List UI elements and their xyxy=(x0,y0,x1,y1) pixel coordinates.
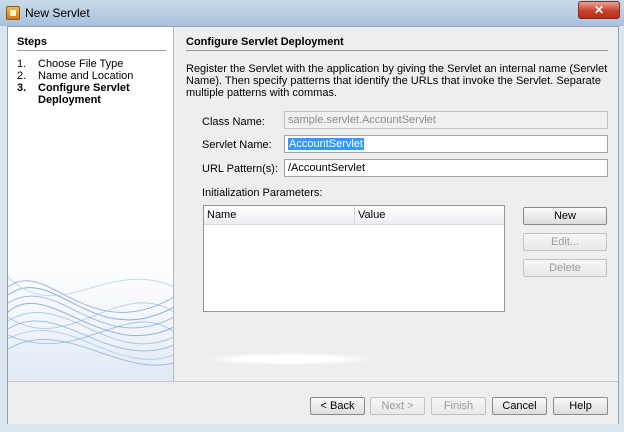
steps-list: 1. Choose File Type 2. Name and Location… xyxy=(17,58,167,106)
configure-panel: Configure Servlet Deployment Register th… xyxy=(174,27,618,381)
url-pattern-label: URL Pattern(s): xyxy=(202,163,279,175)
class-name-field: sample.servlet.AccountServlet xyxy=(284,111,608,129)
servlet-name-label: Servlet Name: xyxy=(202,139,272,151)
cancel-button[interactable]: Cancel xyxy=(492,397,547,415)
delete-button[interactable]: Delete xyxy=(523,259,607,277)
dialog-frame: Steps 1. Choose File Type 2. Name and Lo… xyxy=(7,26,619,424)
step-number: 3. xyxy=(17,82,27,94)
url-pattern-field[interactable]: /AccountServlet xyxy=(284,159,608,177)
column-header-value[interactable]: Value xyxy=(355,206,504,224)
class-name-label: Class Name: xyxy=(202,116,265,128)
step-label: Choose File Type xyxy=(38,58,124,70)
column-header-name[interactable]: Name xyxy=(204,206,355,224)
window-title: New Servlet xyxy=(25,6,90,20)
step-item-configure-servlet-deployment: 3. Configure Servlet Deployment xyxy=(17,82,167,106)
close-button[interactable]: ✕ xyxy=(578,1,620,19)
servlet-name-field[interactable]: AccountServlet xyxy=(284,135,608,153)
step-item-name-and-location: 2. Name and Location xyxy=(17,70,167,82)
title-bar[interactable]: New Servlet ✕ xyxy=(0,0,624,26)
panel-description: Register the Servlet with the applicatio… xyxy=(186,63,608,99)
step-number: 2. xyxy=(17,70,27,82)
servlet-name-value: AccountServlet xyxy=(288,138,364,150)
next-button[interactable]: Next > xyxy=(370,397,425,415)
step-item-choose-file-type: 1. Choose File Type xyxy=(17,58,167,70)
help-button[interactable]: Help xyxy=(553,397,608,415)
init-params-label: Initialization Parameters: xyxy=(202,187,323,199)
decorative-wave-graphic xyxy=(8,217,173,381)
servlet-app-icon xyxy=(6,6,20,20)
init-params-table[interactable]: Name Value xyxy=(203,205,505,312)
finish-button[interactable]: Finish xyxy=(431,397,486,415)
step-number: 1. xyxy=(17,58,27,70)
steps-panel: Steps 1. Choose File Type 2. Name and Lo… xyxy=(8,27,174,381)
back-button[interactable]: < Back xyxy=(310,397,365,415)
steps-title: Steps xyxy=(17,36,47,48)
step-label: Configure Servlet Deployment xyxy=(38,82,130,106)
new-button[interactable]: New xyxy=(523,207,607,225)
blurred-area xyxy=(204,353,374,365)
table-header: Name Value xyxy=(204,206,504,225)
edit-button[interactable]: Edit... xyxy=(523,233,607,251)
panel-title: Configure Servlet Deployment xyxy=(186,36,344,48)
step-label: Name and Location xyxy=(38,70,134,82)
panel-divider xyxy=(186,50,608,51)
button-bar: < Back Next > Finish Cancel Help xyxy=(8,381,618,424)
steps-divider xyxy=(17,50,166,51)
